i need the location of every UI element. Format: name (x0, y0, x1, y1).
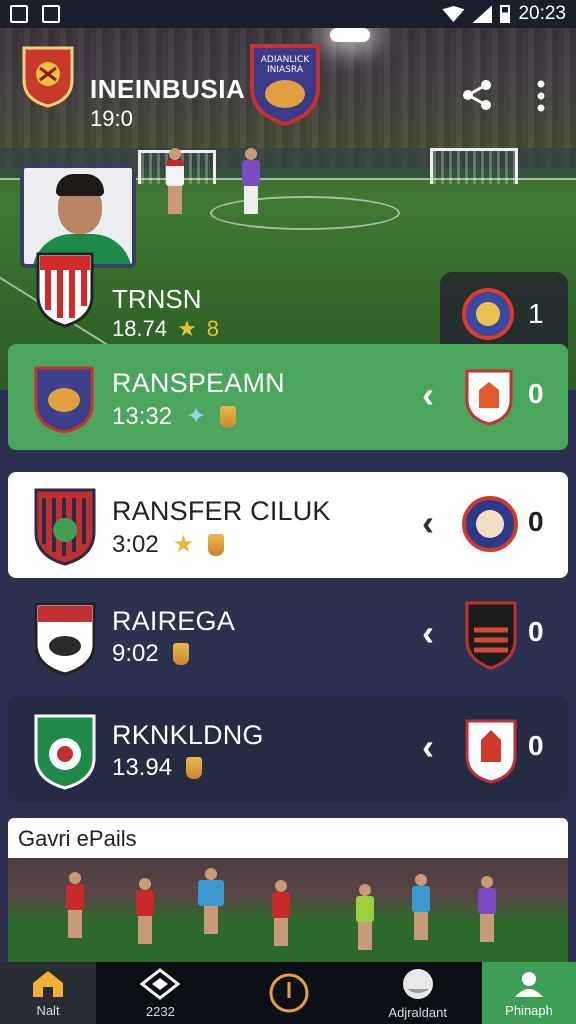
hero-score: 19:0 (90, 106, 133, 131)
featured-team-crest (34, 250, 96, 328)
featured-team-rating: 8 (206, 316, 220, 341)
nav-label: Nalt (36, 1002, 60, 1018)
opponent-crest (464, 368, 514, 426)
match-card[interactable]: RANSPEAMN 13:32 ✦ ‹ 0 (8, 344, 568, 450)
home-team-crest (20, 44, 76, 108)
player-blue (198, 868, 224, 934)
match-meta: 3:02 ★ (112, 530, 225, 559)
nav-live[interactable] (225, 962, 354, 1024)
team-name: RAIREGA (112, 606, 235, 636)
share-icon[interactable] (460, 78, 494, 117)
player-red (166, 148, 184, 214)
away-team-crest: ADIANLICK INIASRA (248, 42, 322, 126)
nav-matches[interactable]: 2232 (96, 962, 225, 1024)
gallery-section[interactable]: Gavri ePails (8, 818, 568, 962)
match-score: 0 (528, 506, 544, 537)
featured-score: 1 (528, 298, 544, 329)
match-time: 9:02 (112, 640, 159, 667)
opponent-crest (464, 718, 518, 784)
trophy-icon (186, 757, 203, 779)
opponent-crest (462, 286, 514, 342)
match-score: 0 (528, 378, 544, 409)
hero-banner[interactable]: INEINBUSIA 19:0 ADIANLICK INIASRA TRNSN … (0, 28, 576, 390)
more-options-icon[interactable] (534, 80, 548, 117)
signal-icon (472, 5, 493, 23)
opponent-crest (462, 494, 518, 554)
team-name: RANSPEAMN (112, 368, 285, 398)
nav-profile[interactable]: Phinaph (482, 962, 576, 1024)
svg-text:INIASRA: INIASRA (267, 65, 304, 75)
trophy-icon (220, 405, 237, 428)
back-arrow-icon[interactable]: ‹ (422, 374, 434, 416)
player-purple (242, 148, 260, 214)
featured-team-name: TRNSN (112, 284, 202, 314)
wifi-icon (442, 6, 465, 22)
team-crest (32, 600, 98, 676)
featured-team-time: 18.74 (112, 316, 168, 341)
match-card[interactable]: RKNKLDNG 13.94 ‹ 0 (8, 696, 568, 802)
battery-icon (500, 5, 511, 23)
star-icon: ✦ (186, 403, 207, 430)
opponent-crest (464, 600, 518, 670)
featured-team-meta: 18.74 ★ 8 (112, 316, 219, 342)
player-red (272, 880, 290, 946)
svg-text:ADIANLICK: ADIANLICK (261, 55, 311, 65)
profile-icon (515, 971, 544, 997)
nav-home[interactable]: Nalt (0, 962, 96, 1024)
match-meta: 9:02 (112, 640, 189, 668)
center-circle (210, 196, 400, 230)
team-crest (32, 364, 96, 434)
match-card[interactable]: RAIREGA 9:02 ‹ 0 (8, 582, 568, 688)
match-score: 0 (528, 730, 544, 761)
notification-icon (10, 5, 28, 23)
player-lime (356, 884, 374, 950)
match-time: 13.94 (112, 754, 173, 781)
nav-label: 2232 (145, 1003, 175, 1019)
status-bar: 20:23 (0, 0, 576, 28)
match-time: 3:02 (112, 530, 159, 558)
diamond-icon (140, 967, 181, 1000)
player-red (136, 878, 154, 944)
nav-label: Adjraldant (388, 1004, 447, 1020)
player-red (66, 872, 84, 938)
bottom-navigation: Nalt 2232 Adjraldant Phinaph (0, 962, 576, 1024)
trophy-icon (208, 533, 225, 556)
star-icon: ★ (172, 531, 195, 558)
hero-title: INEINBUSIA (90, 74, 246, 104)
match-time: 13:32 (112, 402, 173, 430)
team-name: RANSFER CILUK (112, 496, 331, 526)
team-crest (32, 486, 98, 566)
status-time: 20:23 (518, 3, 566, 24)
timer-icon (269, 973, 309, 1013)
back-arrow-icon[interactable]: ‹ (422, 612, 434, 654)
back-arrow-icon[interactable]: ‹ (422, 726, 434, 768)
team-name: RKNKLDNG (112, 720, 264, 750)
gallery-notification-icon (42, 5, 60, 23)
team-crest (32, 712, 98, 790)
home-icon (33, 970, 63, 997)
gallery-title: Gavri ePails (18, 826, 137, 851)
match-card[interactable]: RANSFER CILUK 3:02 ★ ‹ 0 (8, 472, 568, 578)
gallery-photo[interactable] (8, 858, 568, 962)
player-blue (412, 874, 430, 940)
ball-icon (402, 968, 433, 999)
back-arrow-icon[interactable]: ‹ (422, 502, 434, 544)
match-meta: 13:32 ✦ (112, 402, 237, 431)
trophy-icon (172, 643, 189, 665)
match-meta: 13.94 (112, 754, 203, 782)
player-purple (478, 876, 496, 942)
nav-adjustment[interactable]: Adjraldant (353, 962, 482, 1024)
nav-label: Phinaph (505, 1002, 553, 1018)
match-score: 0 (528, 616, 544, 647)
floodlight (330, 28, 370, 42)
star-icon: ★ (177, 316, 197, 341)
